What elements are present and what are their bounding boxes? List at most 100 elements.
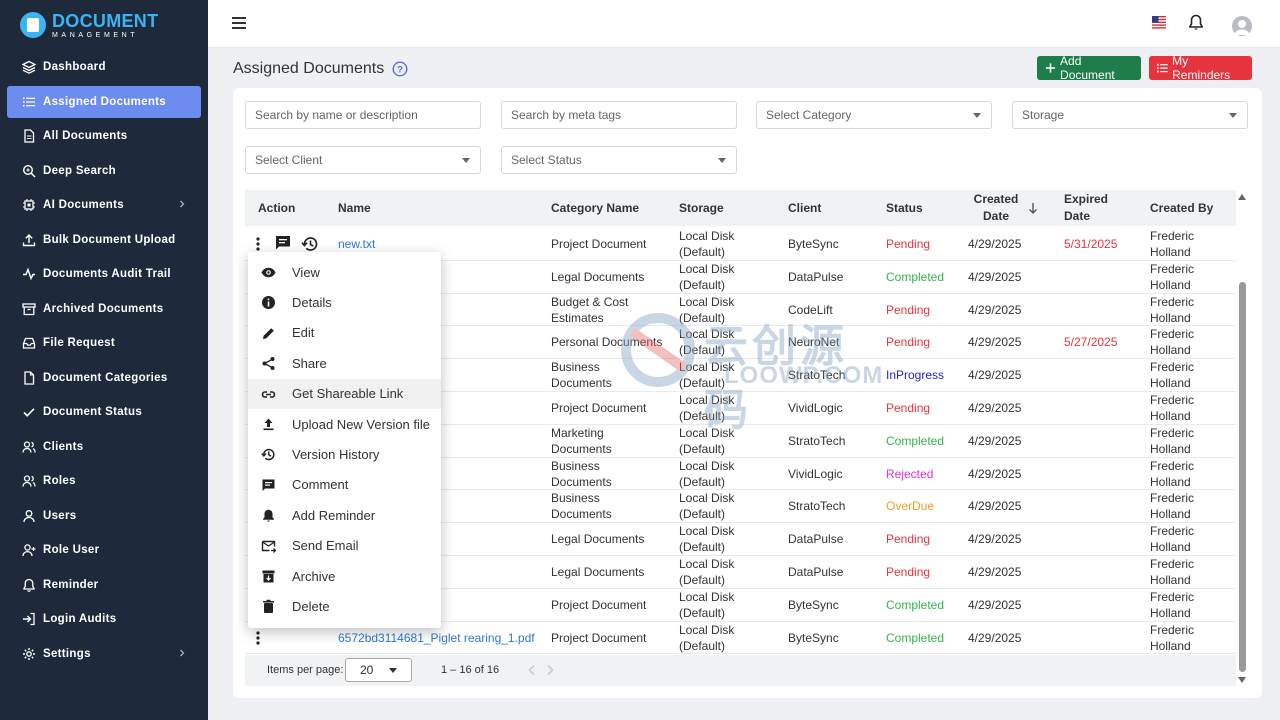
chevron-right-icon[interactable] (545, 664, 555, 676)
history-icon[interactable] (301, 235, 319, 253)
header-expired-line1: Expired (1064, 192, 1109, 206)
sidebar-item-label: AI Documents (43, 199, 124, 211)
items-per-page-label: Items per page: (267, 664, 344, 676)
status-badge: Completed (886, 597, 945, 612)
more-vertical-icon[interactable] (253, 630, 263, 646)
search-meta-input[interactable] (511, 108, 736, 122)
chevron-right-icon[interactable] (177, 648, 187, 658)
sidebar-item-all-documents[interactable]: All Documents (7, 120, 201, 152)
items-per-page-select[interactable]: 20 (345, 658, 412, 682)
status-badge: Pending (886, 335, 931, 350)
header-created-by[interactable]: Created By (1150, 190, 1213, 226)
menu-item-label: Version History (292, 447, 380, 463)
us-flag-icon[interactable] (1152, 16, 1166, 29)
row-created-date: 4/29/2025 (968, 433, 1022, 448)
header-storage[interactable]: Storage (679, 190, 724, 226)
share-icon (262, 357, 275, 371)
row-storage: Local Disk (Default) (679, 425, 735, 456)
history-icon (261, 449, 275, 461)
menu-item-share[interactable]: Share (248, 348, 441, 378)
sidebar-item-document-categories[interactable]: Document Categories (7, 362, 201, 394)
sidebar-item-login-audits[interactable]: Login Audits (7, 603, 201, 635)
status-badge: Pending (886, 302, 931, 317)
client-select-value: Select Client (255, 153, 323, 167)
category-select[interactable]: Select Category (756, 101, 992, 129)
sidebar-item-users[interactable]: Users (7, 500, 201, 532)
more-vertical-icon[interactable] (253, 236, 263, 252)
menu-item-archive[interactable]: Archive (248, 561, 441, 591)
sidebar-item-clients[interactable]: Clients (7, 431, 201, 463)
row-created-by: Frederic Holland (1150, 425, 1195, 456)
sidebar-item-role-user[interactable]: Role User (7, 534, 201, 566)
menu-item-delete[interactable]: Delete (248, 591, 441, 621)
menu-item-add-reminder[interactable]: Add Reminder (248, 500, 441, 530)
sidebar-item-bulk-document-upload[interactable]: Bulk Document Upload (7, 224, 201, 256)
sort-arrow-down-icon[interactable] (1028, 202, 1038, 214)
sidebar-item-dashboard[interactable]: Dashboard (7, 51, 201, 83)
menu-item-upload-new-version-file[interactable]: Upload New Version file (248, 409, 441, 439)
sidebar-item-documents-audit-trail[interactable]: Documents Audit Trail (7, 258, 201, 290)
sidebar-item-deep-search[interactable]: Deep Search (7, 155, 201, 187)
storage-select[interactable]: Storage (1012, 101, 1248, 129)
sidebar-item-roles[interactable]: Roles (7, 465, 201, 497)
menu-item-edit[interactable]: Edit (248, 318, 441, 348)
comment-icon[interactable] (275, 235, 291, 251)
scroll-up-arrow[interactable] (1238, 194, 1246, 200)
row-client: ByteSync (788, 630, 839, 645)
client-select[interactable]: Select Client (245, 146, 481, 174)
user-avatar[interactable] (1232, 16, 1252, 36)
header-status[interactable]: Status (886, 190, 923, 226)
sidebar-item-document-status[interactable]: Document Status (7, 396, 201, 428)
my-reminders-button[interactable]: My Reminders (1149, 54, 1252, 82)
header-expired-date[interactable]: Expired Date (1064, 190, 1108, 226)
sidebar-item-settings[interactable]: Settings (7, 638, 201, 670)
menu-item-get-shareable-link[interactable]: Get Shareable Link (248, 378, 441, 409)
row-created-by: Frederic Holland (1150, 491, 1195, 522)
sidebar-item-label: Users (43, 509, 77, 522)
sidebar-item-ai-documents[interactable]: AI Documents (7, 189, 201, 221)
status-badge: Completed (886, 433, 945, 448)
users-icon (22, 440, 36, 454)
sidebar-item-archived-documents[interactable]: Archived Documents (7, 293, 201, 325)
notification-bell-icon[interactable] (1188, 14, 1204, 32)
chevron-left-icon[interactable] (527, 664, 537, 676)
sidebar-item-file-request[interactable]: File Request (7, 327, 201, 359)
hamburger-menu-icon[interactable] (232, 16, 248, 30)
sidebar-item-label: Dashboard (43, 61, 106, 73)
row-created-date: 4/29/2025 (968, 400, 1022, 415)
row-category: Budget & Cost Estimates (551, 294, 629, 325)
header-created-date[interactable]: Created Date (974, 190, 1019, 226)
header-client[interactable]: Client (788, 190, 821, 226)
menu-item-view[interactable]: View (248, 257, 441, 287)
caret-down-icon (1229, 113, 1237, 118)
search-name-input[interactable] (255, 108, 480, 122)
table-scrollbar-thumb[interactable] (1239, 282, 1246, 672)
search-meta-field[interactable] (501, 101, 737, 129)
menu-item-send-email[interactable]: Send Email (248, 531, 441, 561)
menu-item-label: Archive (292, 568, 336, 584)
menu-item-label: Share (292, 355, 327, 371)
row-storage: Local Disk (Default) (679, 294, 735, 325)
menu-item-version-history[interactable]: Version History (248, 439, 441, 469)
check-icon (22, 405, 36, 419)
help-circle-icon[interactable]: ? (392, 61, 408, 77)
add-document-button[interactable]: Add Document (1037, 54, 1141, 82)
add-document-label: Add Document (1060, 54, 1115, 82)
status-badge: OverDue (886, 499, 935, 514)
sidebar-item-label: Roles (43, 475, 76, 487)
row-created-date: 4/29/2025 (968, 466, 1022, 481)
sidebar-item-assigned-documents[interactable]: Assigned Documents (7, 85, 201, 118)
chevron-right-icon[interactable] (177, 199, 187, 209)
scroll-down-arrow[interactable] (1238, 677, 1246, 683)
header-category[interactable]: Category Name (551, 190, 639, 226)
menu-item-comment[interactable]: Comment (248, 470, 441, 500)
row-storage: Local Disk (Default) (679, 327, 735, 358)
header-name[interactable]: Name (338, 190, 371, 226)
info-icon (262, 296, 275, 310)
app-logo[interactable]: DOCUMENT MANAGEMENT (0, 0, 208, 50)
status-select[interactable]: Select Status (501, 146, 737, 174)
search-name-field[interactable] (245, 101, 481, 129)
sidebar-item-reminder[interactable]: Reminder (7, 569, 201, 601)
row-created-date: 4/29/2025 (968, 302, 1022, 317)
menu-item-details[interactable]: Details (248, 287, 441, 317)
